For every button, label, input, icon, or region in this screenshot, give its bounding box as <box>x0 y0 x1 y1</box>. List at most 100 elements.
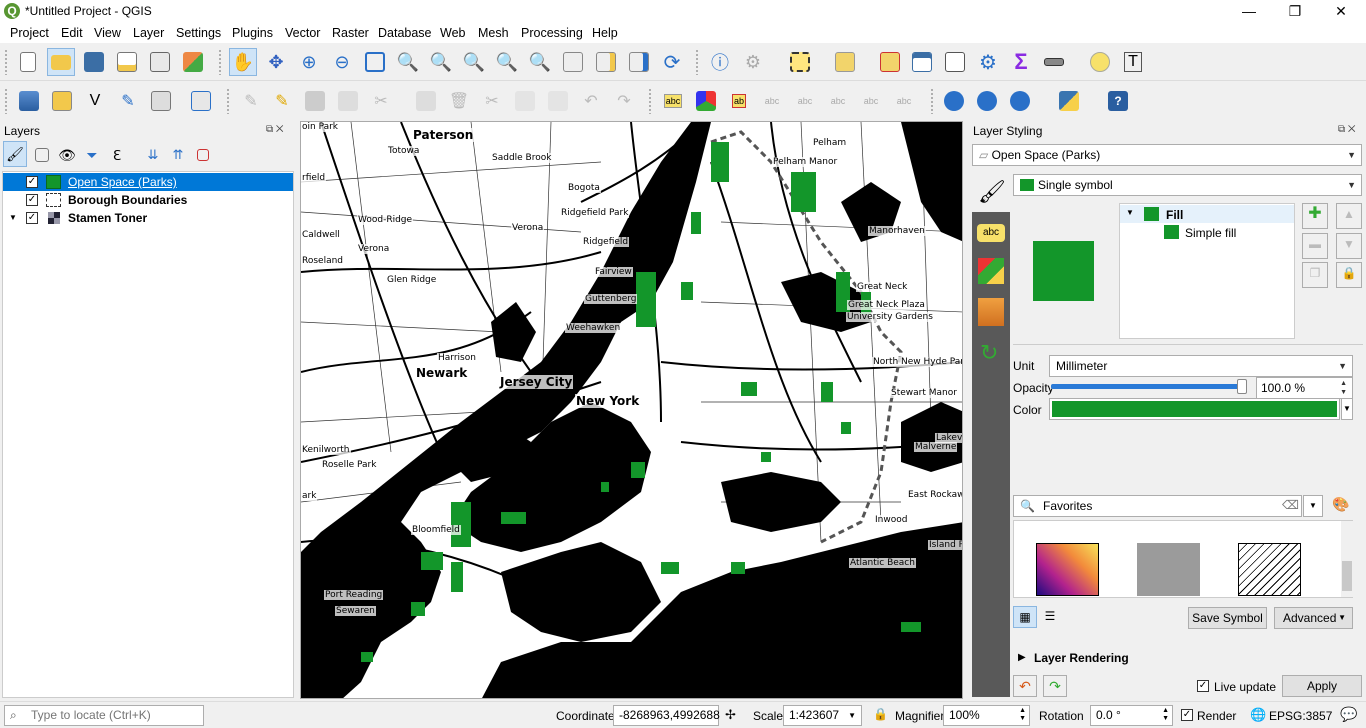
symbol-child-row[interactable]: Simple fill <box>1120 223 1294 241</box>
lock-icon[interactable]: 🔒 <box>1336 262 1362 288</box>
menu-plugins[interactable]: Plugins <box>232 26 273 40</box>
menu-raster[interactable]: Raster <box>332 26 369 40</box>
layer-visibility-checkbox[interactable]: ✓ <box>26 194 38 206</box>
advanced-button[interactable]: Advanced ▼ <box>1274 607 1353 629</box>
locator-box[interactable]: ⌕ <box>4 705 204 726</box>
3d-view-tab-icon[interactable] <box>978 258 1004 284</box>
text-annotation-icon[interactable]: T <box>1119 48 1147 76</box>
zoom-next-icon[interactable]: 🔍 <box>526 48 554 76</box>
new-temporary-layer-icon[interactable] <box>147 87 175 115</box>
symbol-search-box[interactable]: 🔍 Favorites ⌫ <box>1013 495 1302 517</box>
rotation-field[interactable]: 0.0 ° ▲ ▼ <box>1090 705 1173 726</box>
toolbar-grip[interactable] <box>4 49 8 75</box>
messages-icon[interactable]: 💬 <box>1340 706 1357 723</box>
label-show-hide-icon[interactable]: abc <box>791 87 819 115</box>
select-by-value-icon[interactable] <box>831 48 859 76</box>
layer-row-open-space[interactable]: ✓ Open Space (Parks) <box>3 173 293 191</box>
layout-manager-icon[interactable] <box>146 48 174 76</box>
restore-button[interactable]: ❐ <box>1272 0 1318 23</box>
layer-row-stamen-toner[interactable]: ▼ ✓ Stamen Toner <box>3 209 293 227</box>
measure-line-icon[interactable] <box>1040 48 1068 76</box>
remove-layer-icon[interactable] <box>191 141 215 169</box>
current-edits-icon[interactable]: ✎ <box>237 87 265 115</box>
zoom-out-icon[interactable]: ⊖ <box>328 48 356 76</box>
remove-symbol-layer-button[interactable]: ▬ <box>1302 233 1328 259</box>
refresh-icon[interactable]: ⟳ <box>658 48 686 76</box>
expand-arrow-icon[interactable]: ▼ <box>9 213 17 222</box>
data-source-manager-icon[interactable] <box>15 87 43 115</box>
toolbar-grip[interactable] <box>218 49 222 75</box>
new-spatial-bookmark-icon[interactable] <box>592 48 620 76</box>
deselect-all-icon[interactable] <box>876 48 904 76</box>
new-project-icon[interactable] <box>14 48 42 76</box>
masks-tab-icon[interactable] <box>978 298 1004 326</box>
label-rotate-icon[interactable]: abc <box>857 87 885 115</box>
style-manager-icon[interactable] <box>179 48 207 76</box>
virtual-layer-icon[interactable] <box>187 87 215 115</box>
opacity-slider-track[interactable] <box>1051 379 1247 394</box>
renderer-combo[interactable]: Single symbol ▼ <box>1013 174 1362 196</box>
layer-visibility-checkbox[interactable]: ✓ <box>26 212 38 224</box>
metasearch-icon[interactable] <box>940 87 968 115</box>
manage-visibility-icon[interactable]: 👁 <box>55 141 79 169</box>
zoom-to-selection-icon[interactable]: 🔍 <box>394 48 422 76</box>
styling-layer-combo[interactable]: ▱ Open Space (Parks) ▼ <box>972 144 1362 166</box>
close-button[interactable]: ✕ <box>1318 0 1364 23</box>
menu-help[interactable]: Help <box>592 26 618 40</box>
delete-selected-icon[interactable]: 🗑 <box>445 87 473 115</box>
menu-project[interactable]: Project <box>10 26 49 40</box>
pan-map-icon[interactable]: ✋ <box>229 48 257 76</box>
coordinate-field[interactable]: -8268963,4992688 <box>613 705 720 726</box>
layer-row-borough-boundaries[interactable]: ✓ Borough Boundaries <box>3 191 293 209</box>
labeling-icon[interactable]: abc <box>659 87 687 115</box>
show-bookmarks-icon[interactable] <box>625 48 653 76</box>
hatch-symbol[interactable] <box>1238 543 1301 596</box>
copy-features-icon[interactable] <box>511 87 539 115</box>
processing-toolbox-icon[interactable]: ⚙ <box>974 48 1002 76</box>
select-features-icon[interactable] <box>786 48 814 76</box>
toolbar-grip[interactable] <box>930 88 934 114</box>
globe-icon[interactable]: 🌐 <box>1250 707 1266 723</box>
zoom-full-icon[interactable] <box>361 48 389 76</box>
icon-view-button[interactable]: ▦ <box>1013 606 1037 628</box>
vertex-tool-icon[interactable]: ✂ <box>367 87 395 115</box>
toolbar-grip[interactable] <box>226 88 230 114</box>
map-tips-icon[interactable] <box>1086 48 1114 76</box>
library-scrollbar[interactable] <box>1341 521 1353 597</box>
diagram-options-icon[interactable] <box>692 87 720 115</box>
toolbar-grip[interactable] <box>4 88 8 114</box>
new-map-view-icon[interactable] <box>559 48 587 76</box>
open-project-icon[interactable] <box>47 48 75 76</box>
layer-styling-toggle-icon[interactable]: 🖌 <box>3 141 27 167</box>
menu-layer[interactable]: Layer <box>133 26 164 40</box>
add-symbol-layer-button[interactable]: ✚ <box>1302 203 1328 229</box>
toolbar-grip[interactable] <box>648 88 652 114</box>
new-print-layout-icon[interactable] <box>113 48 141 76</box>
filter-legend-icon[interactable]: ⏷ <box>80 141 104 169</box>
lock-icon[interactable]: 🔒 <box>873 707 888 721</box>
toggle-editing-icon[interactable]: ✎ <box>268 87 296 115</box>
web-service-icon[interactable] <box>973 87 1001 115</box>
pan-to-selection-icon[interactable]: ✥ <box>262 48 290 76</box>
apply-button[interactable]: Apply <box>1282 675 1362 697</box>
identify-icon[interactable]: ⓘ <box>706 48 734 76</box>
move-down-button[interactable]: ▼ <box>1336 233 1362 259</box>
labels-tab-icon[interactable]: abc <box>977 224 1005 242</box>
render-checkbox[interactable]: ✓ <box>1181 709 1193 721</box>
symbol-group-dropdown[interactable]: ▼ <box>1303 495 1323 517</box>
minimize-button[interactable]: — <box>1226 0 1272 23</box>
zoom-to-layer-icon[interactable]: 🔍 <box>427 48 455 76</box>
clear-icon[interactable]: ⌫ <box>1282 498 1299 512</box>
layer-rendering-header[interactable]: Layer Rendering <box>1034 651 1129 665</box>
magnifier-field[interactable]: 100% ▲ ▼ <box>943 705 1030 726</box>
redo-style-button[interactable]: ↷ <box>1043 675 1067 697</box>
filter-by-expression-icon[interactable]: ℇ <box>105 141 129 169</box>
new-shapefile-layer-icon[interactable]: V <box>81 87 109 115</box>
collapse-arrow-icon[interactable]: ▶ <box>1018 652 1026 663</box>
color-button[interactable] <box>1049 398 1340 420</box>
expand-arrow-icon[interactable]: ▼ <box>1126 208 1134 217</box>
menu-settings[interactable]: Settings <box>176 26 221 40</box>
digitize-icon[interactable]: ✎ <box>114 87 142 115</box>
paste-features-icon[interactable] <box>544 87 572 115</box>
unit-combo[interactable]: Millimeter ▼ <box>1049 355 1353 377</box>
